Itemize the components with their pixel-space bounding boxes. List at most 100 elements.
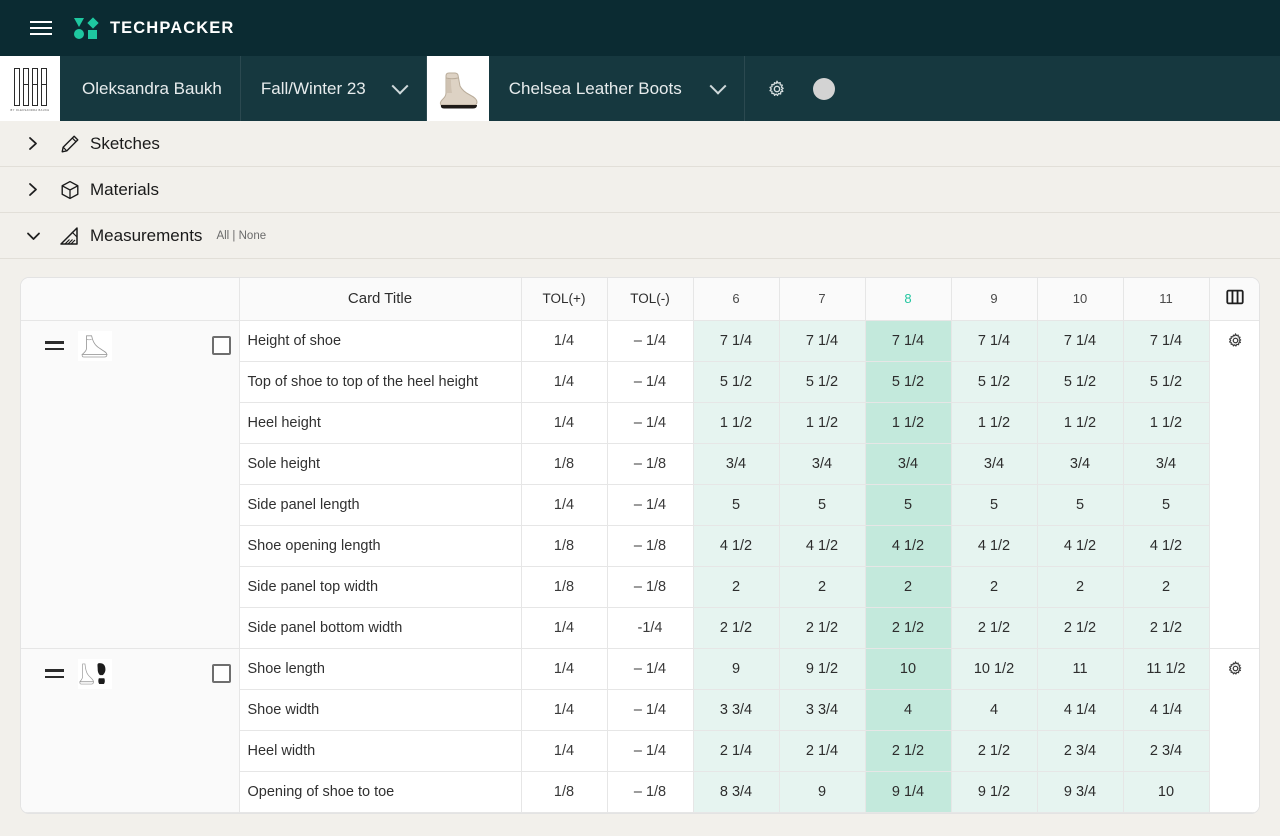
tol-plus-value[interactable]: 1/4 xyxy=(521,320,608,362)
tol-minus-value[interactable]: – 1/8 xyxy=(607,771,694,813)
size-value-6[interactable]: 2 1/4 xyxy=(693,730,780,772)
tol-minus-value[interactable]: – 1/8 xyxy=(607,525,694,567)
size-value-8[interactable]: 2 1/2 xyxy=(865,730,952,772)
size-value-7[interactable]: 4 1/2 xyxy=(779,525,866,567)
app-brand[interactable]: TECHPACKER xyxy=(74,17,234,39)
chevron-right-icon[interactable] xyxy=(16,136,50,151)
checkbox-unchecked-icon[interactable] xyxy=(212,664,231,683)
row-group-settings[interactable] xyxy=(1209,320,1259,649)
measurement-title[interactable]: Top of shoe to top of the heel height xyxy=(239,361,522,403)
measurement-title[interactable]: Heel width xyxy=(239,730,522,772)
size-value-8[interactable]: 4 1/2 xyxy=(865,525,952,567)
measurement-title[interactable]: Height of shoe xyxy=(239,320,522,362)
measurement-title[interactable]: Shoe width xyxy=(239,689,522,731)
size-value-8[interactable]: 1 1/2 xyxy=(865,402,952,444)
size-value-7[interactable]: 7 1/4 xyxy=(779,320,866,362)
tol-minus-value[interactable]: – 1/4 xyxy=(607,648,694,690)
size-value-9[interactable]: 2 1/2 xyxy=(951,730,1038,772)
baukh-brand-logo[interactable]: BY OLEKSANDRA BAUKH xyxy=(0,56,60,121)
tol-plus-value[interactable]: 1/4 xyxy=(521,689,608,731)
chevron-right-icon[interactable] xyxy=(16,182,50,197)
sidebar-item-materials[interactable]: Materials xyxy=(0,167,1280,213)
size-value-11[interactable]: 4 1/4 xyxy=(1123,689,1210,731)
size-value-11[interactable]: 3/4 xyxy=(1123,443,1210,485)
tol-minus-value[interactable]: – 1/8 xyxy=(607,566,694,608)
chevron-down-icon[interactable] xyxy=(391,77,409,95)
size-value-8[interactable]: 10 xyxy=(865,648,952,690)
sidebar-item-measurements[interactable]: Measurements All | None xyxy=(0,213,1280,259)
size-value-6[interactable]: 9 xyxy=(693,648,780,690)
size-value-9[interactable]: 4 xyxy=(951,689,1038,731)
size-value-9[interactable]: 4 1/2 xyxy=(951,525,1038,567)
size-value-6[interactable]: 2 1/2 xyxy=(693,607,780,649)
header-size-6[interactable]: 6 xyxy=(693,278,780,321)
drag-handle-icon[interactable] xyxy=(45,669,64,678)
style-selector[interactable]: Chelsea Leather Boots xyxy=(489,56,745,121)
header-size-11[interactable]: 11 xyxy=(1123,278,1210,321)
measurement-title[interactable]: Shoe length xyxy=(239,648,522,690)
size-value-7[interactable]: 3 3/4 xyxy=(779,689,866,731)
size-value-10[interactable]: 2 3/4 xyxy=(1037,730,1124,772)
size-value-6[interactable]: 5 1/2 xyxy=(693,361,780,403)
size-value-11[interactable]: 1 1/2 xyxy=(1123,402,1210,444)
hamburger-menu-icon[interactable] xyxy=(26,17,56,39)
size-value-8[interactable]: 9 1/4 xyxy=(865,771,952,813)
workspace-user-name[interactable]: Oleksandra Baukh xyxy=(60,56,241,121)
size-value-6[interactable]: 4 1/2 xyxy=(693,525,780,567)
tol-plus-value[interactable]: 1/4 xyxy=(521,402,608,444)
size-value-7[interactable]: 2 1/4 xyxy=(779,730,866,772)
size-value-11[interactable]: 10 xyxy=(1123,771,1210,813)
tol-minus-value[interactable]: – 1/4 xyxy=(607,689,694,731)
size-value-10[interactable]: 5 1/2 xyxy=(1037,361,1124,403)
size-value-8[interactable]: 2 1/2 xyxy=(865,607,952,649)
size-value-11[interactable]: 4 1/2 xyxy=(1123,525,1210,567)
select-all-link[interactable]: All xyxy=(216,230,229,242)
tol-plus-value[interactable]: 1/4 xyxy=(521,361,608,403)
chevron-down-icon[interactable] xyxy=(709,77,727,95)
tol-minus-value[interactable]: -1/4 xyxy=(607,607,694,649)
drag-handle-icon[interactable] xyxy=(45,341,64,350)
select-none-link[interactable]: None xyxy=(239,230,267,242)
size-value-9[interactable]: 7 1/4 xyxy=(951,320,1038,362)
size-value-7[interactable]: 1 1/2 xyxy=(779,402,866,444)
size-value-7[interactable]: 9 xyxy=(779,771,866,813)
size-value-7[interactable]: 2 1/2 xyxy=(779,607,866,649)
sidebar-item-sketches[interactable]: Sketches xyxy=(0,121,1280,167)
tol-plus-value[interactable]: 1/4 xyxy=(521,648,608,690)
header-size-8-sample[interactable]: 8 xyxy=(865,278,952,321)
size-value-11[interactable]: 5 1/2 xyxy=(1123,361,1210,403)
size-value-8[interactable]: 4 xyxy=(865,689,952,731)
user-avatar[interactable] xyxy=(812,77,835,100)
size-value-11[interactable]: 7 1/4 xyxy=(1123,320,1210,362)
measurement-title[interactable]: Sole height xyxy=(239,443,522,485)
measurement-title[interactable]: Side panel length xyxy=(239,484,522,526)
size-value-7[interactable]: 9 1/2 xyxy=(779,648,866,690)
size-value-10[interactable]: 2 xyxy=(1037,566,1124,608)
boot-side-sketch-thumbnail[interactable] xyxy=(78,330,112,361)
size-value-10[interactable]: 4 1/4 xyxy=(1037,689,1124,731)
tol-minus-value[interactable]: – 1/4 xyxy=(607,730,694,772)
gear-icon[interactable] xyxy=(767,79,787,99)
measurement-title[interactable]: Shoe opening length xyxy=(239,525,522,567)
size-value-11[interactable]: 2 xyxy=(1123,566,1210,608)
size-value-8[interactable]: 5 xyxy=(865,484,952,526)
checkbox-unchecked-icon[interactable] xyxy=(212,336,231,355)
size-value-6[interactable]: 2 xyxy=(693,566,780,608)
size-value-10[interactable]: 7 1/4 xyxy=(1037,320,1124,362)
tol-plus-value[interactable]: 1/8 xyxy=(521,525,608,567)
size-value-9[interactable]: 5 1/2 xyxy=(951,361,1038,403)
tol-minus-value[interactable]: – 1/4 xyxy=(607,361,694,403)
size-value-7[interactable]: 5 xyxy=(779,484,866,526)
size-value-7[interactable]: 3/4 xyxy=(779,443,866,485)
size-value-9[interactable]: 2 xyxy=(951,566,1038,608)
gear-icon[interactable] xyxy=(1227,660,1244,677)
size-value-10[interactable]: 9 3/4 xyxy=(1037,771,1124,813)
size-value-11[interactable]: 11 1/2 xyxy=(1123,648,1210,690)
columns-toggle-button[interactable] xyxy=(1209,278,1259,321)
measurement-title[interactable]: Side panel bottom width xyxy=(239,607,522,649)
size-value-11[interactable]: 5 xyxy=(1123,484,1210,526)
row-group-settings[interactable] xyxy=(1209,648,1259,813)
header-size-9[interactable]: 9 xyxy=(951,278,1038,321)
boot-sole-sketch-thumbnail[interactable] xyxy=(78,658,112,689)
season-selector[interactable]: Fall/Winter 23 xyxy=(241,56,427,121)
